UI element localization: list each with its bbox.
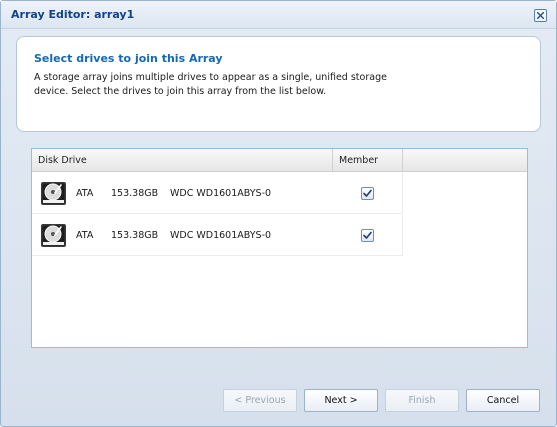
member-checkbox[interactable]	[361, 229, 374, 242]
hard-drive-icon	[41, 182, 66, 205]
title-bar[interactable]: Array Editor: array1	[1, 1, 556, 29]
drive-interface: ATA	[76, 188, 94, 199]
cancel-button[interactable]: Cancel	[466, 389, 540, 412]
finish-button[interactable]: Finish	[385, 389, 459, 412]
column-header-filler	[403, 149, 527, 172]
drive-model: WDC WD1601ABYS-0	[170, 188, 272, 199]
drive-interface: ATA	[76, 230, 94, 241]
drive-size: 153.38GB	[111, 230, 159, 241]
hard-drive-icon	[41, 224, 66, 247]
header-description: A storage array joins multiple drives to…	[34, 72, 387, 97]
header-panel: Select drives to join this Array A stora…	[16, 36, 541, 132]
table-row[interactable]: ATA 153.38GB WDC WD1601ABYS-0	[32, 173, 403, 214]
window-title: Array Editor: array1	[11, 8, 135, 21]
checkmark-icon	[363, 189, 372, 197]
next-button[interactable]: Next >	[304, 389, 378, 412]
table-row[interactable]: ATA 153.38GB WDC WD1601ABYS-0	[32, 215, 403, 256]
header-title: Select drives to join this Array	[34, 52, 223, 65]
previous-button[interactable]: < Previous	[223, 389, 297, 412]
column-header-disk-drive[interactable]: Disk Drive	[32, 149, 333, 172]
grid-header: Disk Drive Member	[32, 149, 527, 172]
array-editor-dialog: Array Editor: array1 Select drives to jo…	[0, 0, 557, 427]
drive-size: 153.38GB	[111, 188, 159, 199]
drive-model: WDC WD1601ABYS-0	[170, 230, 272, 241]
column-header-member[interactable]: Member	[333, 149, 403, 172]
close-icon	[537, 12, 544, 19]
checkmark-icon	[363, 231, 372, 239]
close-button[interactable]	[534, 9, 547, 22]
drive-grid: Disk Drive Member ATA 153.38GB WDC WD160…	[31, 148, 528, 348]
member-checkbox[interactable]	[361, 187, 374, 200]
